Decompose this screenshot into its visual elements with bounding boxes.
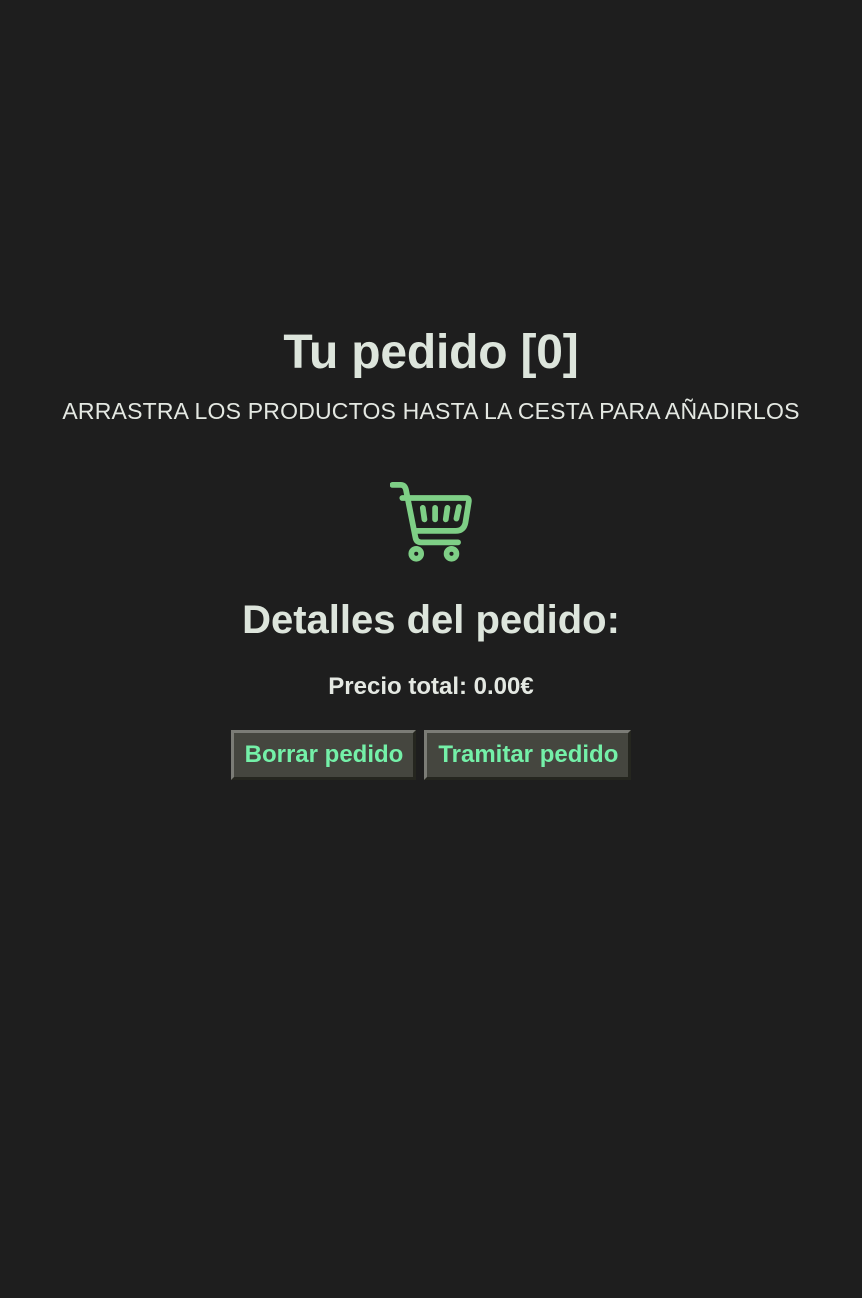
total-price: Precio total: 0.00€ <box>328 673 534 700</box>
cart-dropzone[interactable] <box>386 478 476 564</box>
order-actions: Borrar pedido Tramitar pedido <box>0 730 862 780</box>
clear-order-button[interactable]: Borrar pedido <box>230 730 417 780</box>
order-panel: Tu pedido [0] ARRASTRA LOS PRODUCTOS HAS… <box>0 318 862 780</box>
order-details-title: Detalles del pedido: <box>242 598 620 642</box>
shopping-cart-icon <box>390 480 472 562</box>
drag-instructions: ARRASTRA LOS PRODUCTOS HASTA LA CESTA PA… <box>62 398 800 424</box>
checkout-order-button[interactable]: Tramitar pedido <box>424 730 632 780</box>
order-title: Tu pedido [0] <box>283 326 579 379</box>
